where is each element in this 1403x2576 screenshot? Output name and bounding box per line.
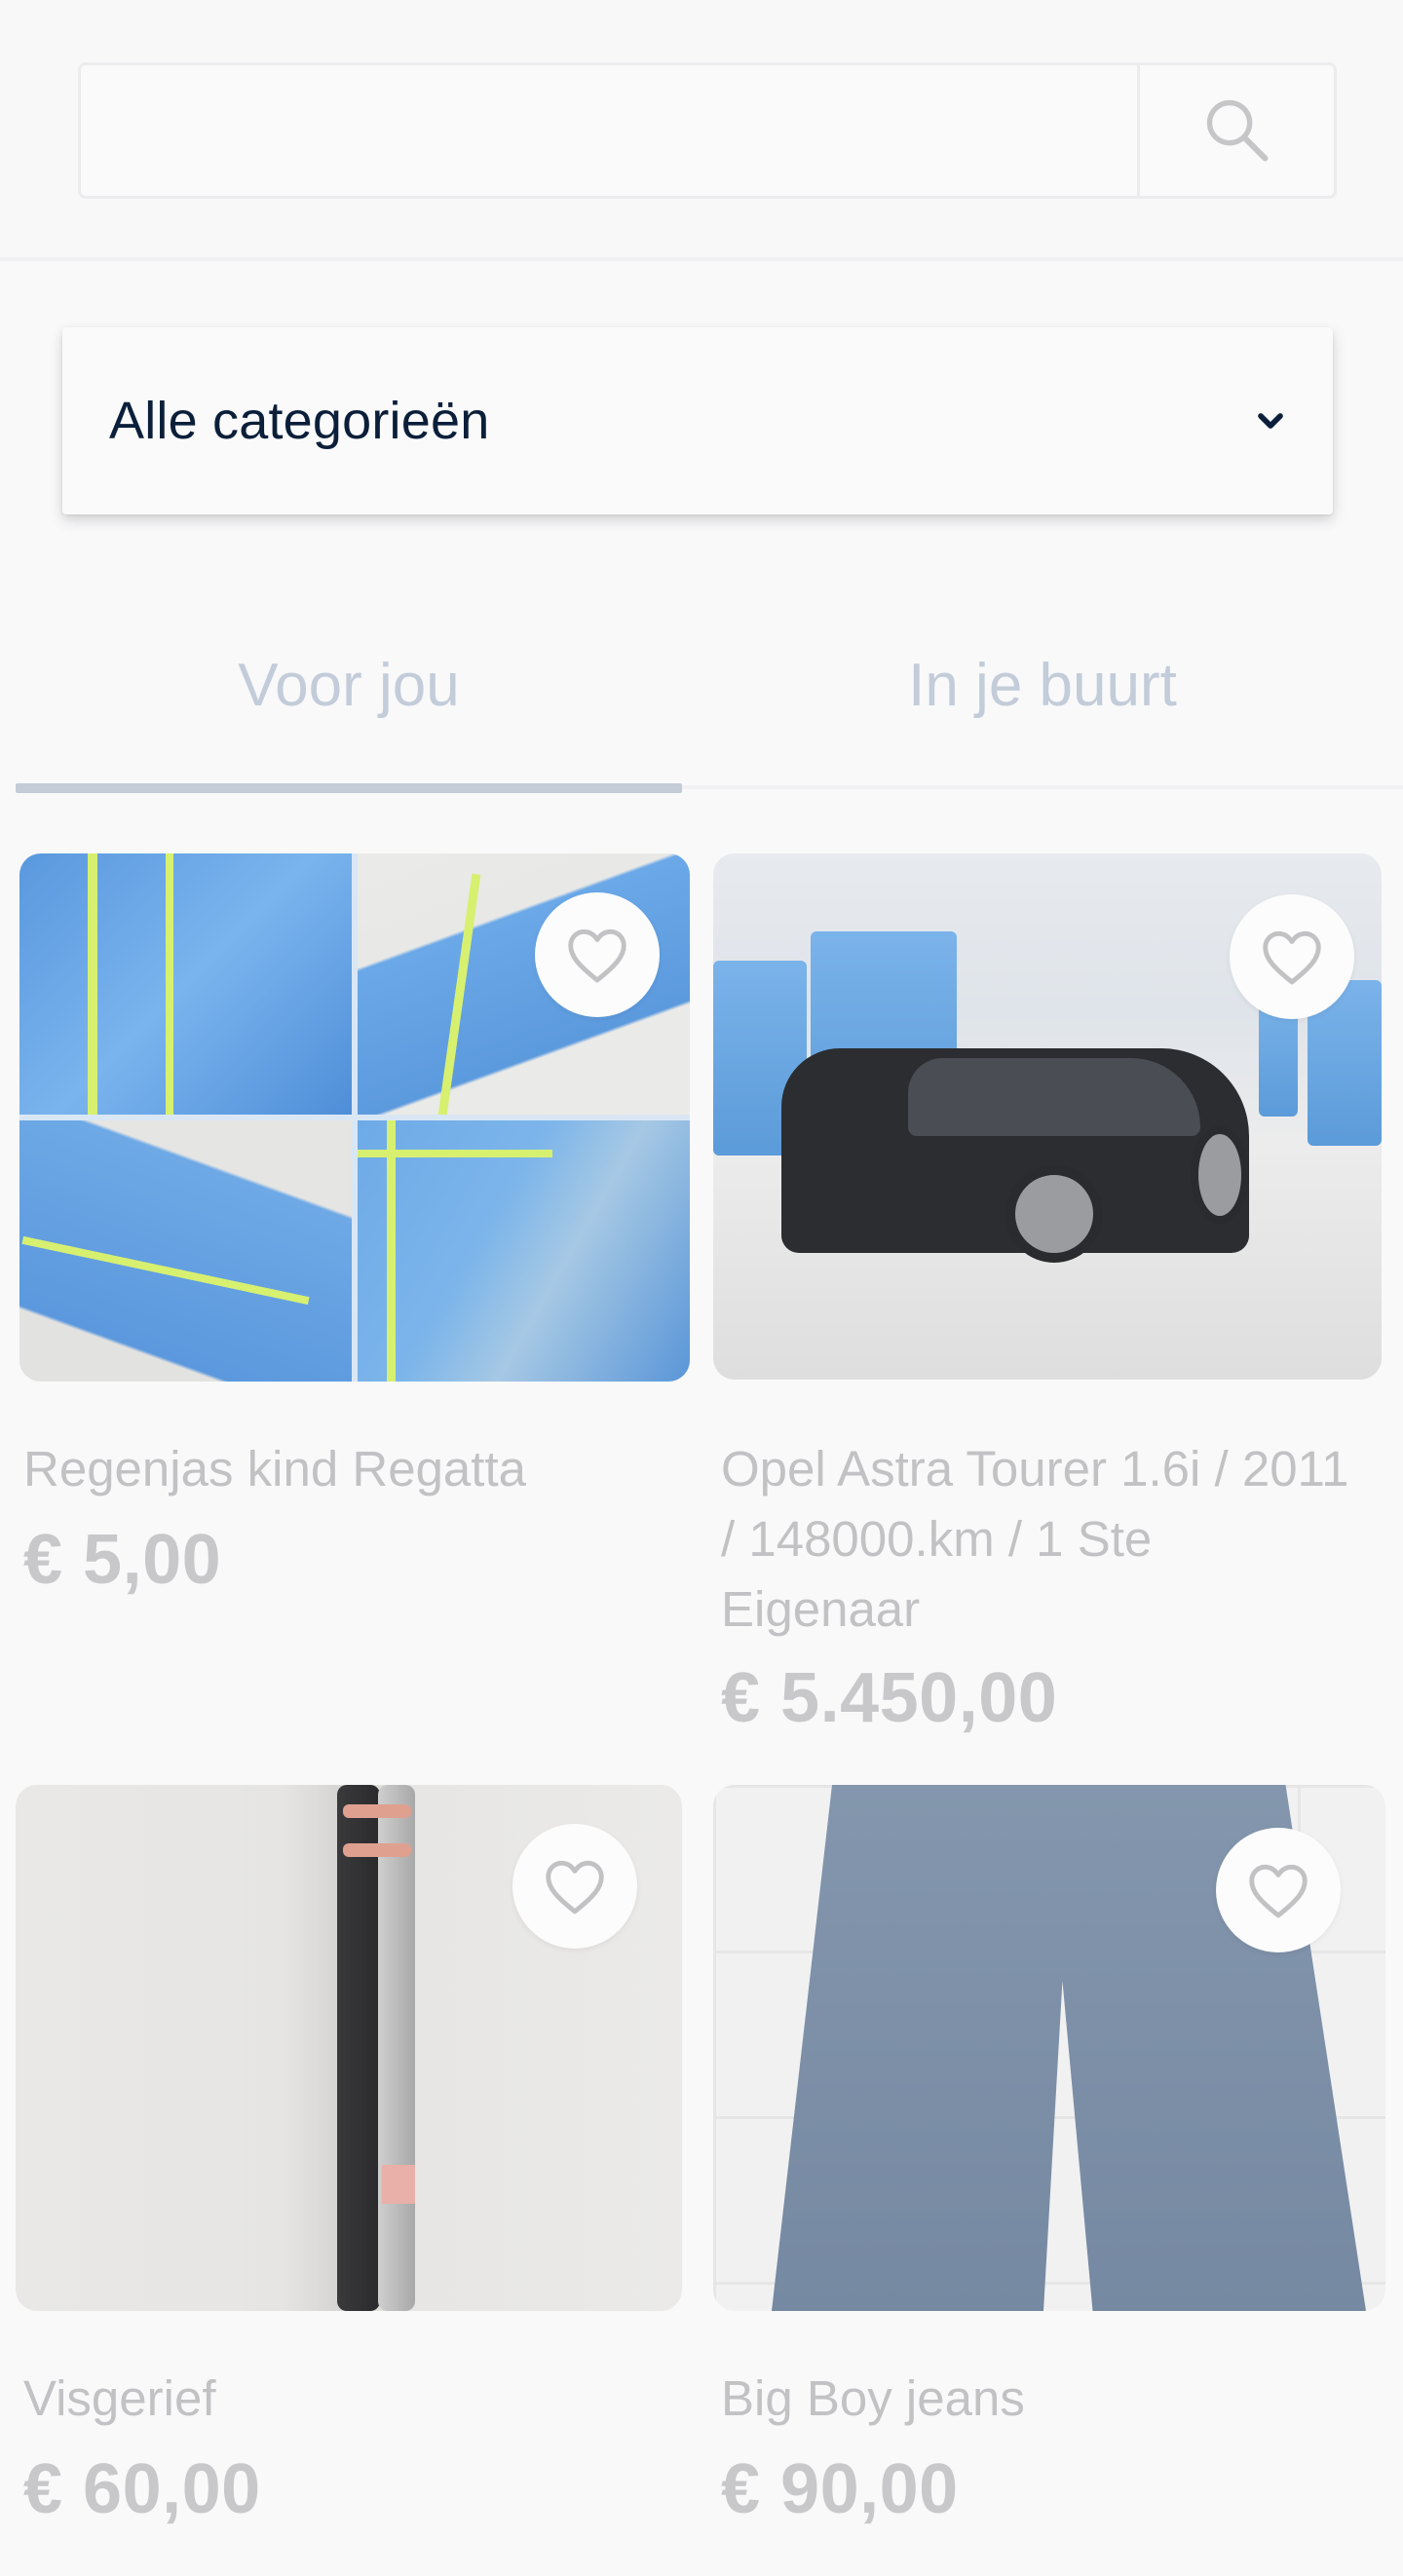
product-price: € 5.450,00 [721,1659,1058,1737]
search-bar [78,62,1337,199]
heart-outline-icon [546,1860,604,1914]
chevron-down-icon [1258,413,1283,429]
category-dropdown-label: Alle categorieën [109,392,490,450]
category-dropdown[interactable]: Alle categorieën [62,327,1333,514]
product-image [713,1785,1385,2311]
product-card[interactable]: Regenjas kind Regatta € 5,00 [19,853,690,1711]
product-image [713,853,1382,1380]
tab-label: In je buurt [908,652,1177,719]
heart-outline-icon [1249,1864,1308,1918]
product-price: € 5,00 [23,1521,222,1599]
tab-voor-jou[interactable]: Voor jou [16,624,682,793]
heart-outline-icon [568,928,626,983]
product-card[interactable]: Big Boy jeans € 90,00 [713,1785,1385,2564]
favorite-button[interactable] [1216,1828,1341,1952]
product-title: Visgerief [23,2370,216,2426]
search-button[interactable] [1137,65,1334,196]
product-price: € 90,00 [721,2450,959,2528]
heart-outline-icon [1263,930,1321,985]
favorite-button[interactable] [1230,894,1354,1019]
product-title: Regenjas kind Regatta [23,1441,527,1496]
header [0,0,1403,261]
product-price: € 60,00 [23,2450,261,2528]
favorite-button[interactable] [535,892,660,1017]
feed-tabs: Voor jou In je buurt [16,624,1403,793]
product-card[interactable]: Opel Astra Tourer 1.6i / 2011 / 148000.k… [713,853,1382,1750]
search-icon [1206,99,1269,162]
tab-in-je-buurt[interactable]: In je buurt [682,624,1403,789]
favorite-button[interactable] [512,1824,637,1949]
product-title: Big Boy jeans [721,2370,1025,2426]
product-image [16,1785,682,2311]
product-image [19,853,690,1382]
search-input[interactable] [81,65,1137,196]
product-title: Opel Astra Tourer 1.6i / 2011 / 148000.k… [721,1441,1349,1637]
product-card[interactable]: Visgerief € 60,00 [16,1785,682,2564]
tab-label: Voor jou [238,652,460,719]
